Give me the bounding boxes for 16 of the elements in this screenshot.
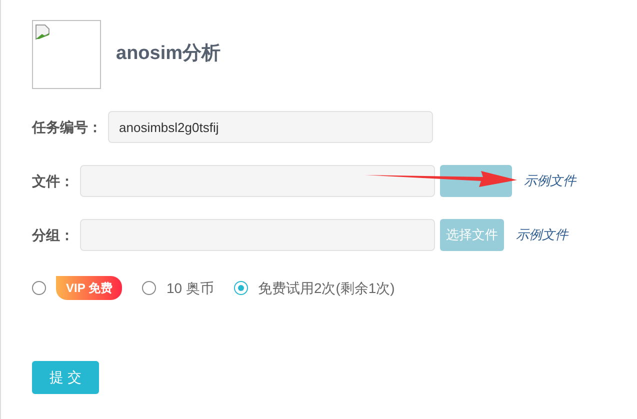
field-label: 任务编号： (32, 118, 102, 136)
vip-badge: VIP 免费 (56, 276, 122, 300)
option-label: 免费试用2次(剩余1次) (258, 278, 395, 298)
input-field[interactable]: anosimbsl2g0tsfij (108, 111, 433, 143)
input-field[interactable] (80, 219, 435, 251)
example-file-link[interactable]: 示例文件 (524, 171, 576, 191)
field-label: 分组： (32, 226, 74, 244)
broken-image-icon (35, 24, 51, 40)
page-title: anosim分析 (116, 42, 221, 66)
radio-button[interactable] (234, 281, 248, 295)
example-file-link[interactable]: 示例文件 (516, 225, 568, 245)
option-label: 10 奥币 (166, 278, 214, 298)
radio-button[interactable] (142, 281, 156, 295)
field-label: 文件： (32, 172, 74, 190)
input-field[interactable] (80, 165, 435, 197)
radio-button[interactable] (32, 281, 46, 295)
